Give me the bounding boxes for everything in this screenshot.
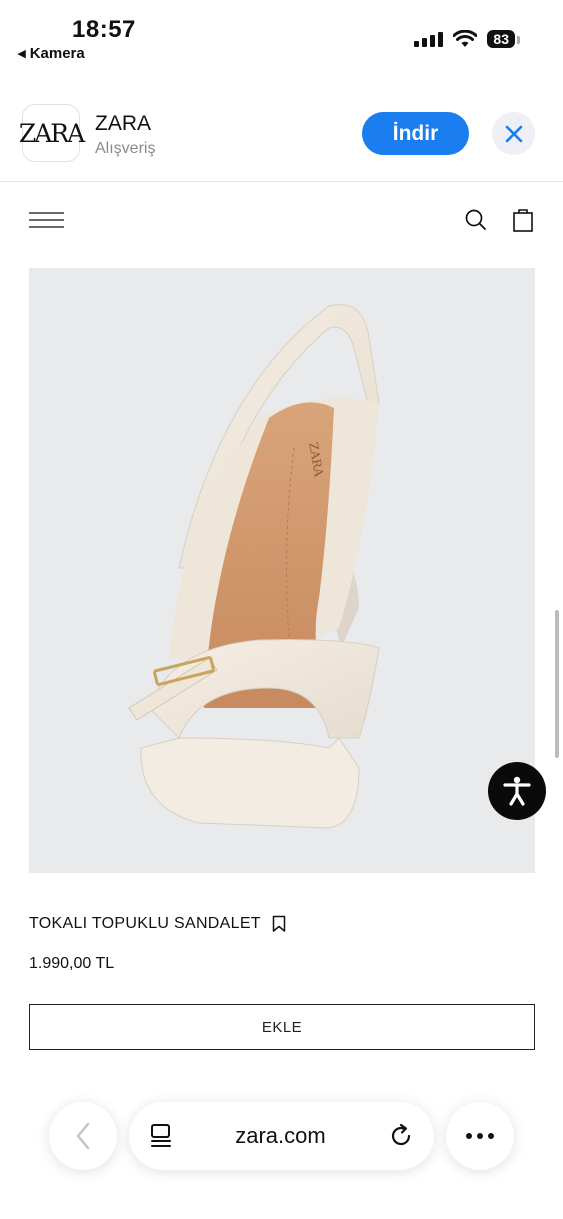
reader-mode-icon[interactable]	[149, 1123, 173, 1149]
accessibility-button[interactable]	[488, 762, 546, 820]
address-bar[interactable]: zara.com	[129, 1102, 434, 1170]
product-price: 1.990,00 TL	[29, 955, 115, 972]
scrollbar[interactable]	[555, 610, 559, 758]
battery-level: 83	[493, 31, 509, 47]
close-icon	[505, 125, 522, 142]
search-icon[interactable]	[464, 208, 488, 232]
status-time: 18:57	[72, 16, 136, 43]
accessibility-icon	[503, 776, 531, 806]
more-options-button[interactable]	[446, 1102, 514, 1170]
chevron-left-icon	[76, 1122, 90, 1150]
shopping-bag-icon[interactable]	[512, 207, 534, 233]
app-banner: ZARA ZARA Alışveriş İndir	[0, 100, 563, 182]
more-icon	[466, 1133, 494, 1139]
url-text[interactable]: zara.com	[235, 1123, 325, 1149]
app-name: ZARA	[95, 112, 152, 135]
app-category: Alışveriş	[95, 140, 156, 157]
browser-back-button[interactable]	[49, 1102, 117, 1170]
cellular-signal-icon	[414, 31, 444, 47]
product-image[interactable]: ZARA	[29, 268, 535, 873]
app-logo: ZARA	[19, 104, 85, 162]
wifi-icon	[453, 30, 478, 47]
status-bar: 18:57 ◂ Kamera 83	[0, 0, 563, 72]
back-to-app-link[interactable]: ◂ Kamera	[18, 44, 85, 62]
add-to-cart-button[interactable]: EKLE	[29, 1004, 535, 1050]
site-header	[0, 198, 563, 246]
battery-icon: 83	[487, 30, 520, 48]
reload-icon[interactable]	[388, 1123, 414, 1149]
status-icons: 83	[414, 30, 520, 48]
menu-icon[interactable]	[29, 212, 64, 228]
download-app-button[interactable]: İndir	[362, 112, 469, 155]
bookmark-icon[interactable]	[272, 915, 286, 933]
close-banner-button[interactable]	[492, 112, 535, 155]
product-name: TOKALI TOPUKLU SANDALET	[29, 915, 261, 932]
sandal-illustration: ZARA	[128, 304, 380, 829]
